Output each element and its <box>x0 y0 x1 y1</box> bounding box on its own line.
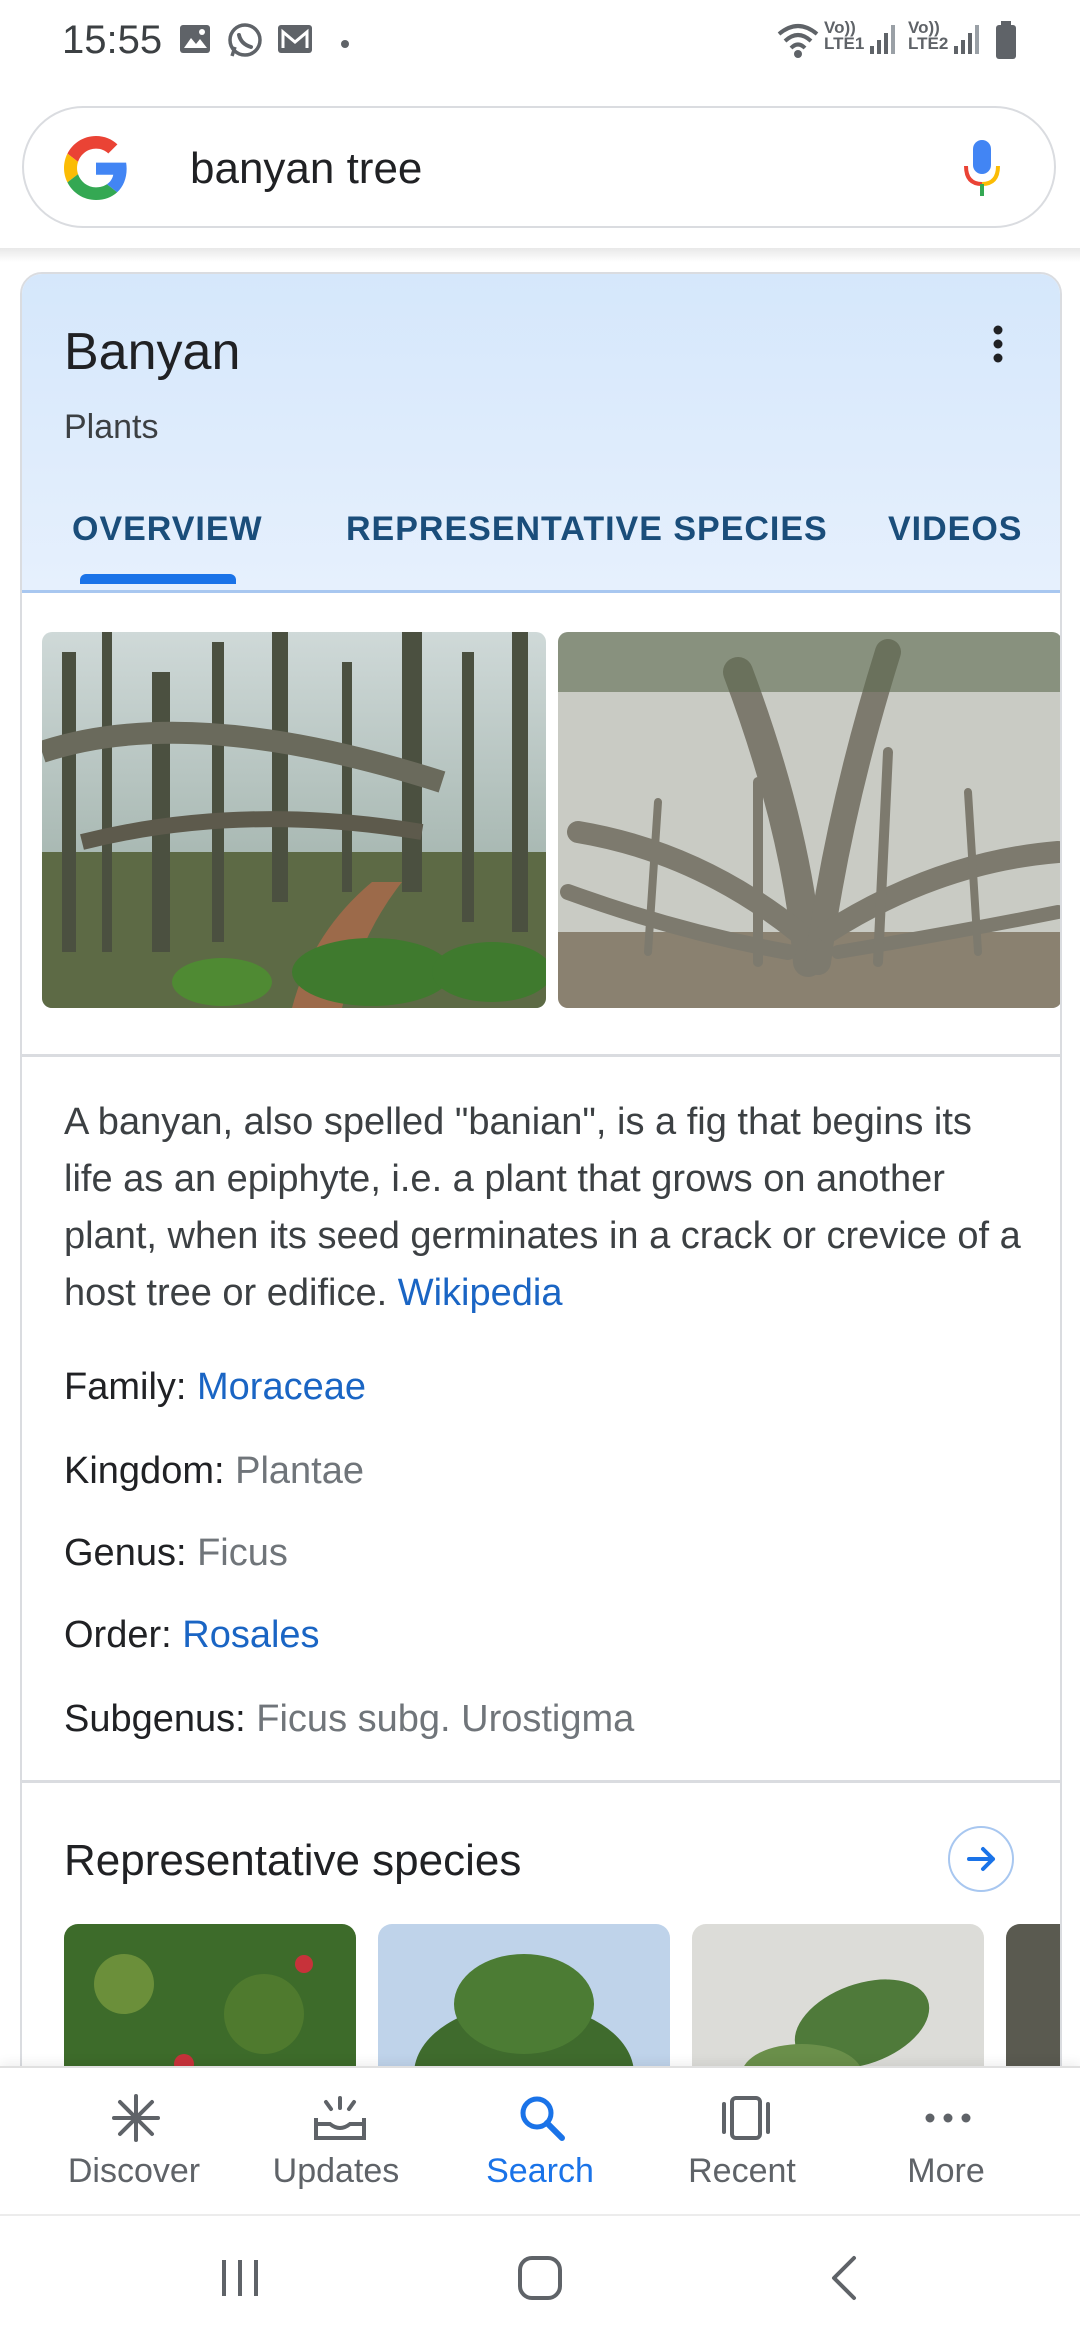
knowledge-panel: Banyan Plants OVERVIEW REPRESENTATIVE SP… <box>20 272 1062 2112</box>
search-input[interactable]: banyan tree <box>190 144 422 194</box>
more-vert-icon[interactable] <box>988 322 1008 370</box>
family-link[interactable]: Moraceae <box>197 1366 366 1408</box>
updates-tray-icon <box>314 2096 366 2140</box>
nav-more[interactable]: More <box>838 2068 1054 2216</box>
banyan-photo-2[interactable] <box>558 632 1060 1008</box>
search-bar-shadow <box>0 248 1080 262</box>
recent-apps-icon[interactable] <box>218 2256 262 2305</box>
google-logo-icon <box>64 136 128 205</box>
system-navigation-bar <box>0 2214 1080 2342</box>
nav-label: Search <box>486 2152 594 2190</box>
nav-updates[interactable]: Updates <box>228 2068 444 2216</box>
home-icon[interactable] <box>516 2254 564 2307</box>
signal-lte2-label: Vo)) LTE2 <box>908 18 949 53</box>
gallery-icon <box>178 22 212 61</box>
status-bar: 15:55 Vo)) LTE1 Vo)) LTE2 <box>0 0 1080 84</box>
representative-species-heading: Representative species <box>64 1836 522 1885</box>
search-icon <box>520 2096 565 2141</box>
tab-representative-species[interactable]: REPRESENTATIVE SPECIES <box>346 510 828 549</box>
nav-search[interactable]: Search <box>432 2068 648 2216</box>
mail-icon <box>276 22 314 61</box>
battery-icon <box>994 20 1018 65</box>
wifi-icon <box>776 20 820 65</box>
search-bar[interactable]: banyan tree <box>22 106 1056 228</box>
bottom-navigation: Discover Updates Search Recent More <box>0 2066 1080 2216</box>
signal-lte1-label: Vo)) LTE1 <box>824 18 865 53</box>
tab-overview[interactable]: OVERVIEW <box>72 510 263 549</box>
dot-icon <box>340 36 350 54</box>
fact-order: Order: Rosales <box>64 1614 320 1656</box>
nav-label: Discover <box>67 2152 201 2190</box>
description: A banyan, also spelled "banian", is a fi… <box>64 1101 1021 1314</box>
nav-label: Recent <box>688 2152 796 2190</box>
order-link[interactable]: Rosales <box>182 1614 319 1656</box>
nav-label: More <box>907 2152 985 2190</box>
panel-subtitle: Plants <box>64 408 159 446</box>
panel-title: Banyan <box>64 323 241 381</box>
fact-kingdom: Kingdom: Plantae <box>64 1450 364 1492</box>
signal-lte1-icon <box>868 22 898 61</box>
panel-header: Banyan Plants OVERVIEW REPRESENTATIVE SP… <box>22 274 1060 593</box>
nav-discover[interactable]: Discover <box>26 2068 242 2216</box>
active-tab-indicator <box>80 574 236 584</box>
whatsapp-icon <box>226 22 264 65</box>
asterisk-icon <box>112 2094 160 2142</box>
nav-label: Updates <box>272 2152 400 2190</box>
arrow-forward-icon[interactable] <box>948 1826 1014 1892</box>
banyan-photo-1[interactable] <box>42 632 546 1008</box>
wikipedia-link[interactable]: Wikipedia <box>398 1272 563 1314</box>
fact-genus: Genus: Ficus <box>64 1532 288 1574</box>
divider <box>22 1780 1060 1783</box>
status-time: 15:55 <box>62 18 163 62</box>
divider <box>22 1054 1060 1057</box>
microphone-icon[interactable] <box>962 138 1002 205</box>
recent-cards-icon <box>722 2096 770 2140</box>
more-dots-icon <box>925 2113 971 2123</box>
fact-subgenus: Subgenus: Ficus subg. Urostigma <box>64 1698 635 1740</box>
fact-family: Family: Moraceae <box>64 1366 366 1408</box>
nav-recent[interactable]: Recent <box>634 2068 850 2216</box>
signal-lte2-icon <box>952 22 982 61</box>
back-icon[interactable] <box>826 2254 862 2307</box>
tab-videos[interactable]: VIDEOS <box>888 510 1022 549</box>
